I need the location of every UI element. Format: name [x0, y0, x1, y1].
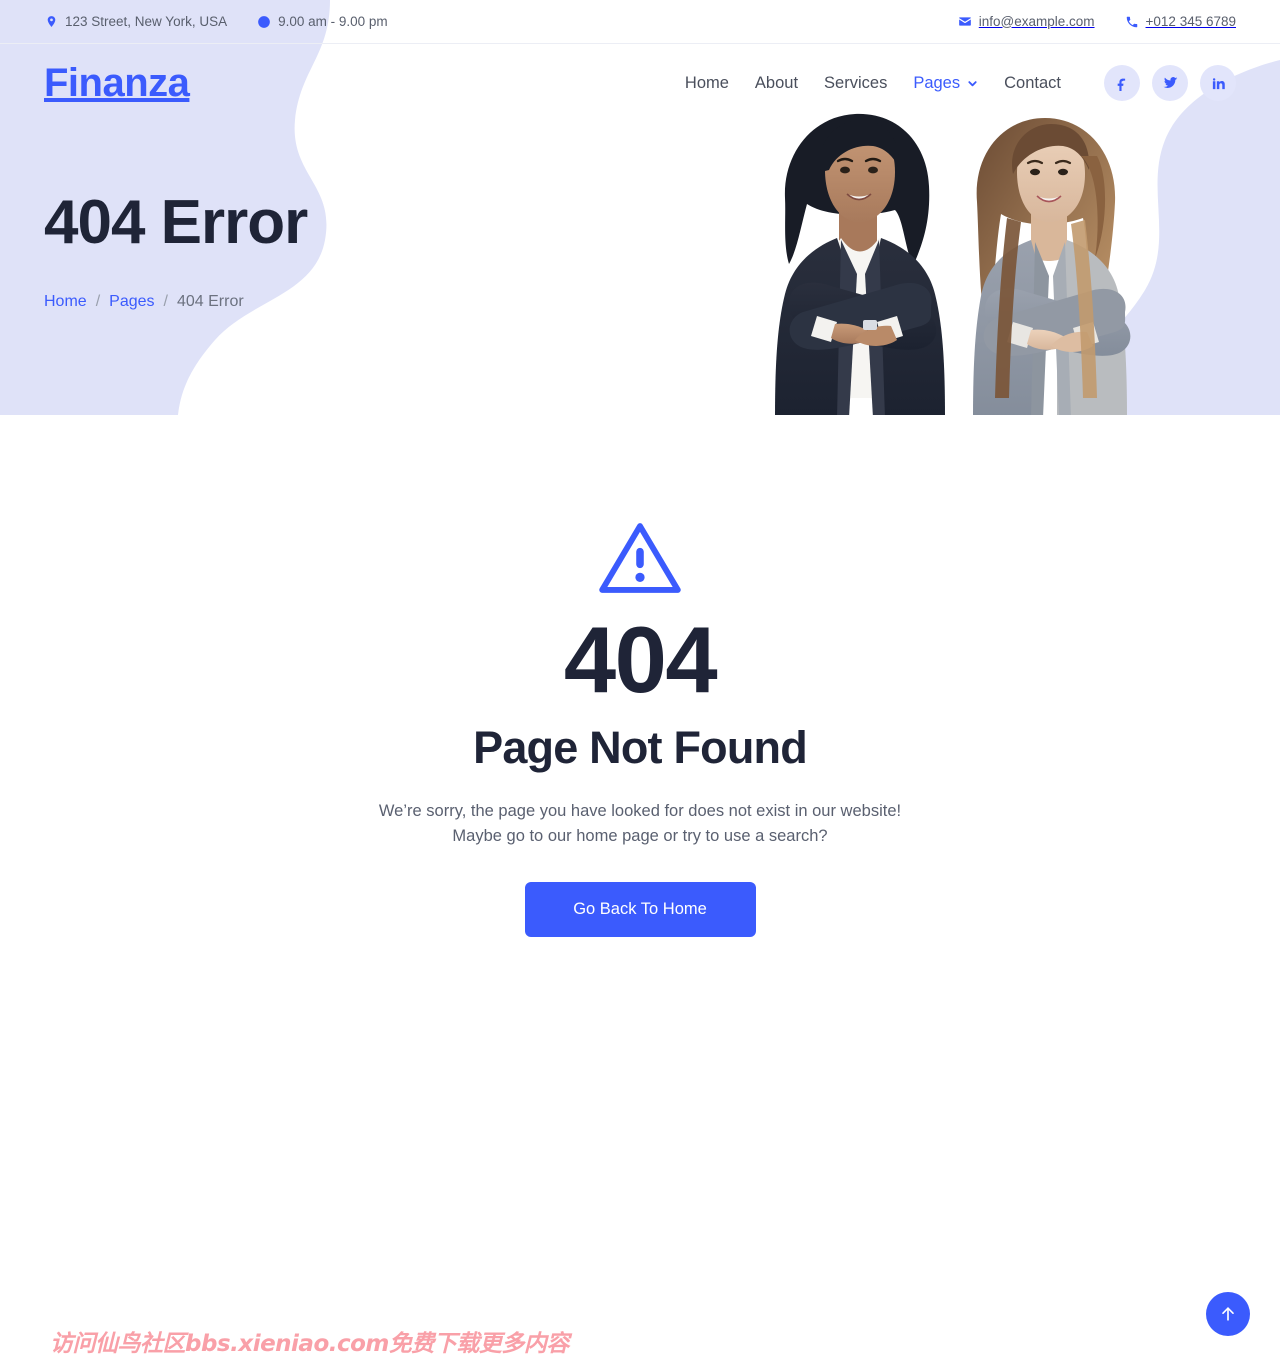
nav-item-pages[interactable]: Pages	[900, 74, 991, 93]
navbar-right: Home About Services Pages Contact	[672, 65, 1236, 101]
page-root: 123 Street, New York, USA 9.00 am - 9.00…	[0, 0, 1280, 1366]
error-code: 404	[563, 607, 718, 712]
hero-section: 123 Street, New York, USA 9.00 am - 9.00…	[0, 0, 1280, 415]
email-text: info@example.com	[978, 13, 1095, 29]
breadcrumb-separator: /	[95, 293, 101, 311]
twitter-icon[interactable]	[1152, 65, 1188, 101]
warning-triangle-icon	[0, 520, 1280, 596]
address-text: 123 Street, New York, USA	[65, 13, 228, 29]
error-section: 404 Page Not Found We’re sorry, the page…	[0, 415, 1280, 937]
error-description-line-2: Maybe go to our home page or try to use …	[452, 827, 828, 846]
email-link[interactable]: info@example.com	[958, 15, 1095, 29]
clock-icon	[257, 15, 271, 29]
facebook-icon[interactable]	[1104, 65, 1140, 101]
breadcrumb-item-home[interactable]: Home	[44, 293, 87, 311]
nav-item-services[interactable]: Services	[811, 74, 900, 93]
phone-link[interactable]: +012 345 6789	[1125, 15, 1236, 29]
main-menu: Home About Services Pages Contact	[672, 74, 1074, 93]
phone-icon	[1125, 15, 1139, 29]
nav-label: Contact	[1004, 73, 1061, 92]
top-bar-left: 123 Street, New York, USA 9.00 am - 9.00…	[44, 15, 388, 29]
nav-label: Services	[824, 73, 888, 92]
hero-body: 404 Error Home / Pages / 404 Error	[0, 122, 1280, 311]
go-back-home-button[interactable]: Go Back To Home	[524, 881, 756, 937]
chevron-down-icon	[967, 78, 978, 89]
location-pin-icon	[44, 15, 58, 29]
breadcrumb: Home / Pages / 404 Error	[44, 293, 307, 311]
phone-text: +012 345 6789	[1145, 13, 1236, 29]
breadcrumb-separator: /	[163, 293, 168, 311]
nav-item-home[interactable]: Home	[672, 74, 742, 93]
nav-label: About	[754, 73, 799, 92]
error-description-line-1: We’re sorry, the page you have looked fo…	[378, 801, 902, 820]
nav-label: Pages	[913, 73, 961, 92]
envelope-icon	[958, 15, 972, 29]
nav-item-contact[interactable]: Contact	[991, 74, 1074, 93]
back-to-top-button[interactable]	[1206, 1292, 1250, 1336]
page-title: 404 Error	[44, 188, 308, 257]
linkedin-icon[interactable]	[1200, 65, 1236, 101]
error-description: We’re sorry, the page you have looked fo…	[0, 799, 1280, 850]
error-heading: Page Not Found	[473, 722, 808, 773]
breadcrumb-item-current: 404 Error	[176, 293, 244, 311]
navbar: Finanza Home About Services Pages Contac…	[0, 44, 1280, 122]
brand-logo[interactable]: Finanza	[44, 63, 190, 103]
hours-text: 9.00 am - 9.00 pm	[278, 13, 388, 29]
breadcrumb-item-pages[interactable]: Pages	[109, 293, 154, 311]
nav-label: Home	[684, 73, 729, 92]
top-bar-right: info@example.com +012 345 6789	[958, 15, 1236, 29]
top-bar: 123 Street, New York, USA 9.00 am - 9.00…	[0, 0, 1280, 44]
watermark-text: 访问仙鸟社区bbs.xieniao.com免费下载更多内容	[50, 1331, 569, 1357]
nav-item-about[interactable]: About	[742, 74, 811, 93]
social-links	[1104, 65, 1236, 101]
hours-item: 9.00 am - 9.00 pm	[257, 15, 388, 29]
address-item: 123 Street, New York, USA	[44, 15, 227, 29]
arrow-up-icon	[1218, 1304, 1238, 1324]
error-action-wrap: Go Back To Home	[0, 881, 1280, 937]
hero-text-block: 404 Error Home / Pages / 404 Error	[44, 122, 308, 311]
